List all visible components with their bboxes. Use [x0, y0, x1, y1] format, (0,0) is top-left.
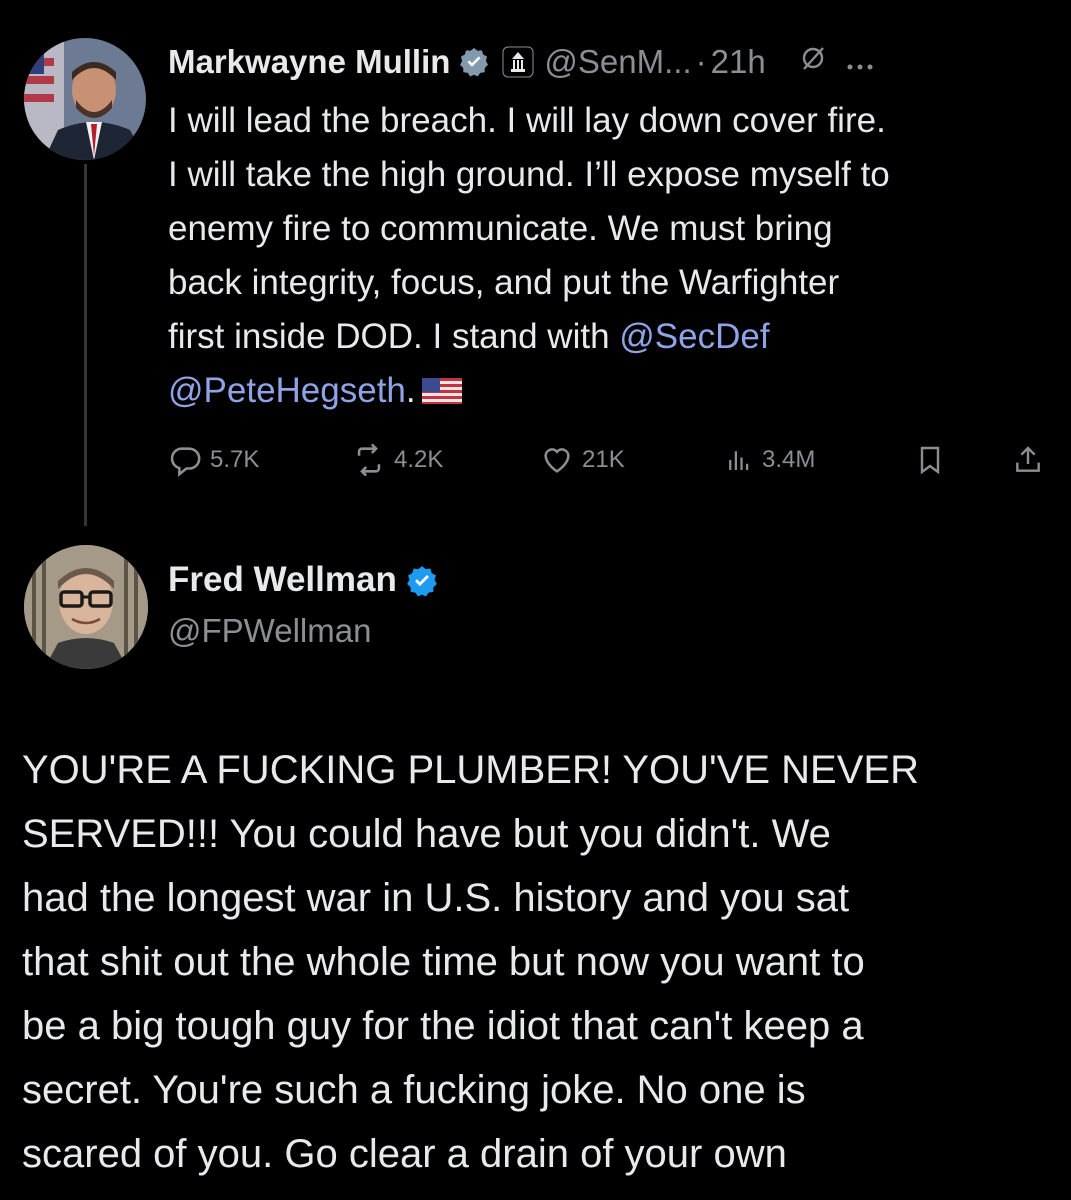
share-icon: [1016, 446, 1040, 472]
tweet-text-line: YOU'RE A FUCKING PLUMBER! YOU'VE NEVER: [22, 748, 919, 792]
repost-count: 4.2K: [394, 446, 444, 473]
tweet-header: Markwayne Mullin @SenM... · 21h: [168, 38, 874, 86]
avatar-fred-wellman[interactable]: [24, 545, 148, 669]
separator-dot: ·: [695, 43, 707, 80]
tweet-text-line: I will lead the breach. I will lay down …: [168, 101, 886, 140]
tweet-text-line: secret. You're such a fucking joke. No o…: [22, 1068, 806, 1112]
repost-button[interactable]: 4.2K: [352, 438, 443, 482]
tweet-text: I will lead the breach. I will lay down …: [168, 94, 1058, 420]
like-icon: [544, 448, 570, 473]
author-name[interactable]: Fred Wellman: [168, 560, 397, 600]
avatar-markwayne-mullin[interactable]: [24, 38, 146, 160]
tweet-text-line: that shit out the whole time but now you…: [22, 940, 865, 984]
reply-button[interactable]: 5.7K: [168, 438, 259, 482]
views-button[interactable]: 3.4M: [724, 438, 815, 482]
tweet-text-line: enemy fire to communicate. We must bring: [168, 209, 833, 248]
tweet-text-line: be a big tough guy for the idiot that ca…: [22, 1004, 864, 1048]
bookmark-icon: [920, 446, 940, 475]
government-badge-icon: [502, 46, 534, 78]
more-icon[interactable]: [846, 47, 874, 78]
verified-badge-icon: [405, 564, 437, 597]
timestamp[interactable]: 21h: [711, 43, 766, 81]
tweet-text-line: I will take the high ground. I’ll expose…: [168, 155, 890, 194]
action-bar: 5.7K 4.2K 21K 3.4M: [168, 438, 1048, 482]
author-handle[interactable]: @FPWellman: [168, 612, 371, 650]
verified-badge-icon: [458, 46, 490, 78]
tweet-text-line: SERVED!!! You could have but you didn't.…: [22, 812, 831, 856]
grok-icon[interactable]: [800, 45, 826, 79]
tweet-header: Fred Wellman: [168, 556, 437, 604]
tweet-text-segment: first inside DOD. I stand with: [168, 317, 620, 356]
mention-secdef[interactable]: @SecDef: [619, 317, 769, 356]
author-name[interactable]: Markwayne Mullin: [168, 43, 450, 81]
tweet-text-segment: .: [405, 371, 416, 410]
like-count: 21K: [582, 446, 625, 473]
mention-petehegseth[interactable]: @PeteHegseth: [168, 371, 406, 410]
like-button[interactable]: 21K: [540, 438, 625, 482]
tweet-text-line: back integrity, focus, and put the Warfi…: [168, 263, 840, 302]
share-button[interactable]: [1012, 438, 1052, 482]
tweet-text-line: @PeteHegseth.: [168, 364, 1058, 420]
reply-icon: [170, 447, 201, 477]
views-icon: [729, 451, 749, 470]
tweet-text-line: first inside DOD. I stand with @SecDef: [168, 310, 1058, 364]
author-handle[interactable]: @SenM...: [544, 43, 691, 81]
views-count: 3.4M: [762, 446, 816, 473]
tweet-text: YOU'RE A FUCKING PLUMBER! YOU'VE NEVER S…: [22, 738, 1062, 1186]
bookmark-button[interactable]: [914, 438, 954, 482]
us-flag-emoji: [421, 366, 462, 420]
tweet-text-line: had the longest war in U.S. history and …: [22, 876, 850, 920]
tweet-text-line: scared of you. Go clear a drain of your …: [22, 1132, 787, 1176]
repost-icon: [357, 443, 381, 477]
thread-connector-line: [84, 164, 87, 526]
reply-count: 5.7K: [210, 446, 260, 473]
